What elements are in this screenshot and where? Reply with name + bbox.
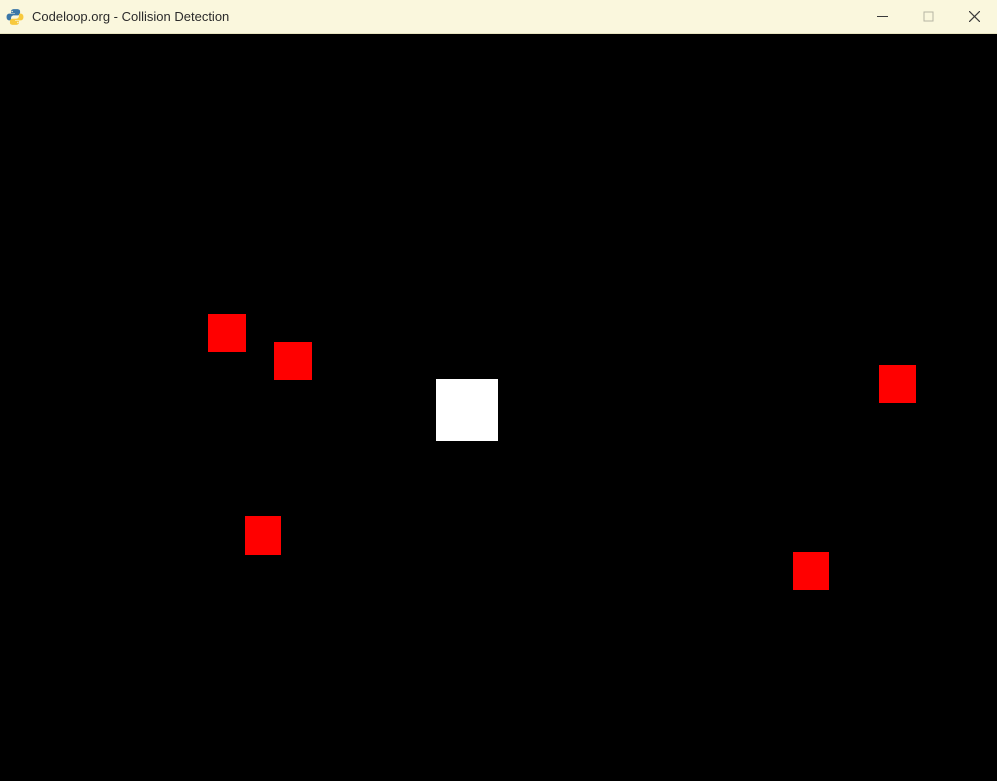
game-canvas[interactable]	[0, 34, 997, 781]
close-icon	[969, 11, 980, 22]
close-button[interactable]	[951, 0, 997, 34]
enemy-square	[208, 314, 246, 352]
minimize-button[interactable]	[859, 0, 905, 34]
window-title: Codeloop.org - Collision Detection	[32, 9, 229, 24]
titlebar[interactable]: Codeloop.org - Collision Detection	[0, 0, 997, 34]
python-logo-icon	[6, 8, 24, 26]
app-window: Codeloop.org - Collision Detection	[0, 0, 997, 781]
restore-button[interactable]	[905, 0, 951, 34]
enemy-square	[879, 365, 916, 403]
enemy-square	[793, 552, 829, 590]
minimize-icon	[877, 11, 888, 22]
restore-icon	[923, 11, 934, 22]
enemy-square	[274, 342, 312, 380]
player-square[interactable]	[436, 379, 498, 441]
enemy-square	[245, 516, 281, 555]
